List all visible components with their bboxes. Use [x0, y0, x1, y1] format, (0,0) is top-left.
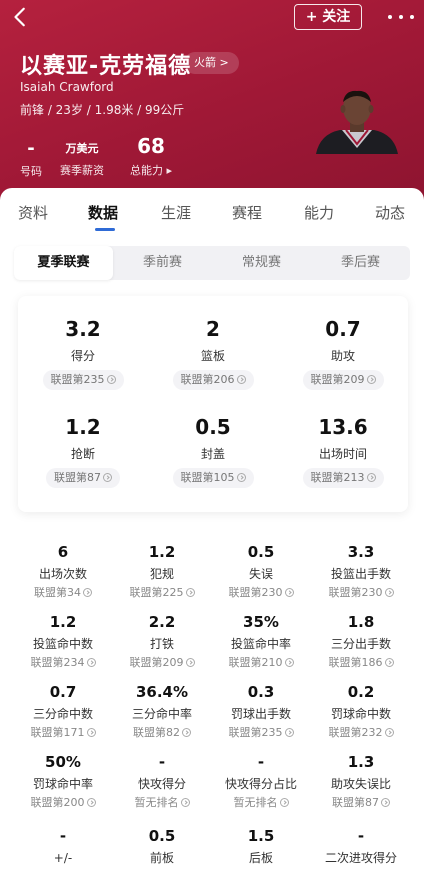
- stat-ftm: 0.2 罚球命中数 联盟第232: [308, 682, 414, 740]
- rank-text[interactable]: 联盟第225: [109, 585, 215, 600]
- rank-info-icon: [284, 658, 294, 667]
- stat-points: 3.2 得分 联盟第235: [18, 316, 148, 390]
- stat-ft-pct: 50% 罚球命中率 联盟第200: [10, 752, 116, 810]
- season-regular[interactable]: 常规赛: [212, 246, 311, 280]
- season-selector: 夏季联赛 季前赛 常规赛 季后赛: [14, 246, 410, 280]
- stat-games-played: 6 出场次数 联盟第34: [10, 542, 116, 600]
- stat-second-chance-points: - 二次进攻得分: [324, 827, 397, 865]
- stat-fg-pct: 35% 投篮命中率 联盟第210: [208, 612, 314, 670]
- rank-info-icon: [366, 375, 376, 384]
- more-button[interactable]: [386, 6, 416, 28]
- stat-plus-minus: - +/-: [53, 827, 73, 865]
- back-arrow-icon: [14, 7, 25, 27]
- rank-badge[interactable]: 联盟第87: [46, 468, 120, 488]
- rank-info-icon: [384, 728, 394, 737]
- stat-assists: 0.7 助攻 联盟第209: [278, 316, 408, 390]
- stat-fastbreak-points: - 快攻得分 暂无排名: [109, 752, 215, 810]
- rank-text[interactable]: 暂无排名: [208, 795, 314, 810]
- stat-blocks: 0.5 封盖 联盟第105: [148, 414, 278, 488]
- rank-info-icon: [185, 588, 195, 597]
- team-link[interactable]: 火箭 >: [184, 52, 239, 74]
- stat-fgm: 1.2 投篮命中数 联盟第234: [10, 612, 116, 670]
- stat-minutes: 13.6 出场时间 联盟第213: [278, 414, 408, 488]
- rank-info-icon: [381, 798, 390, 807]
- player-avatar: [316, 90, 398, 154]
- tab-ability[interactable]: 能力: [304, 202, 334, 223]
- season-summer-league[interactable]: 夏季联赛: [14, 246, 113, 280]
- rank-info-icon: [86, 798, 96, 807]
- season-playoffs[interactable]: 季后赛: [311, 246, 410, 280]
- rank-text[interactable]: 联盟第82: [109, 725, 215, 740]
- rank-info-icon: [106, 375, 116, 384]
- rank-text[interactable]: 暂无排名: [109, 795, 215, 810]
- tab-stats[interactable]: 数据: [88, 202, 118, 223]
- rank-info-icon: [86, 658, 96, 667]
- tab-news[interactable]: 动态: [375, 202, 405, 223]
- rank-info-icon: [284, 588, 294, 597]
- rank-info-icon: [236, 375, 246, 384]
- rank-info-icon: [86, 728, 96, 737]
- player-name: 以赛亚-克劳福德: [20, 54, 192, 79]
- player-bio: 前锋 / 23岁 / 1.98米 / 99公斤: [20, 103, 185, 117]
- stat-fta: 0.3 罚球出手数 联盟第235: [208, 682, 314, 740]
- tab-career[interactable]: 生涯: [161, 202, 191, 223]
- player-name-english: Isaiah Crawford: [20, 80, 114, 94]
- rank-info-icon: [180, 798, 190, 807]
- rank-text[interactable]: 联盟第209: [109, 655, 215, 670]
- rank-info-icon: [279, 798, 289, 807]
- stat-fastbreak-share: - 快攻得分占比 暂无排名: [208, 752, 314, 810]
- rank-text[interactable]: 联盟第34: [10, 585, 116, 600]
- rank-text[interactable]: 联盟第234: [10, 655, 116, 670]
- stat-steals: 1.2 抢断 联盟第87: [18, 414, 148, 488]
- stat-rebounds: 2 篮板 联盟第206: [148, 316, 278, 390]
- rank-info-icon: [384, 658, 394, 667]
- content-panel: 资料 数据 生涯 赛程 能力 动态 夏季联赛 季前赛 常规赛 季后赛 3.2 得…: [0, 188, 424, 879]
- back-button[interactable]: [10, 6, 38, 34]
- rank-text[interactable]: 联盟第171: [10, 725, 116, 740]
- follow-button[interactable]: + 关注: [294, 4, 362, 30]
- tab-schedule[interactable]: 赛程: [232, 202, 262, 223]
- rank-badge[interactable]: 联盟第206: [172, 370, 254, 390]
- rank-info-icon: [185, 658, 195, 667]
- rank-badge[interactable]: 联盟第105: [172, 468, 254, 488]
- more-dots-icon: [388, 15, 392, 19]
- stat-3pa: 1.8 三分出手数 联盟第186: [308, 612, 414, 670]
- rank-info-icon: [384, 588, 394, 597]
- tab-bar: 资料 数据 生涯 赛程 能力 动态: [0, 188, 424, 236]
- stat-missed-shots: 2.2 打铁 联盟第209: [109, 612, 215, 670]
- tab-profile[interactable]: 资料: [18, 202, 48, 223]
- stat-3pm: 0.7 三分命中数 联盟第171: [10, 682, 116, 740]
- stat-fga: 3.3 投篮出手数 联盟第230: [308, 542, 414, 600]
- main-stats-card: 3.2 得分 联盟第235 2 篮板 联盟第206 0.7 助攻 联盟第209 …: [18, 296, 408, 512]
- jersey-number: - 号码: [20, 138, 42, 178]
- rank-text[interactable]: 联盟第235: [208, 725, 314, 740]
- rank-badge[interactable]: 联盟第235: [42, 370, 124, 390]
- rank-info-icon: [103, 473, 112, 482]
- rank-text[interactable]: 联盟第87: [308, 795, 414, 810]
- season-salary: 万美元 赛季薪资: [60, 142, 104, 177]
- rank-badge[interactable]: 联盟第209: [302, 370, 384, 390]
- rank-info-icon: [284, 728, 294, 737]
- stat-fouls: 1.2 犯规 联盟第225: [109, 542, 215, 600]
- stat-3p-pct: 36.4% 三分命中率 联盟第82: [109, 682, 215, 740]
- rank-text[interactable]: 联盟第186: [308, 655, 414, 670]
- rank-text[interactable]: 联盟第230: [308, 585, 414, 600]
- stat-defensive-rebounds: 1.5 后板: [247, 827, 275, 865]
- season-preseason[interactable]: 季前赛: [113, 246, 212, 280]
- rank-info-icon: [182, 728, 191, 737]
- stat-offensive-rebounds: 0.5 前板: [148, 827, 176, 865]
- overall-rating[interactable]: 68 总能力 ▸: [130, 134, 172, 178]
- tab-indicator: [95, 228, 115, 231]
- rank-badge[interactable]: 联盟第213: [302, 468, 384, 488]
- rank-info-icon: [366, 473, 376, 482]
- stat-turnovers: 0.5 失误 联盟第230: [208, 542, 314, 600]
- rank-info-icon: [83, 588, 92, 597]
- stat-ast-to-ratio: 1.3 助攻失误比 联盟第87: [308, 752, 414, 810]
- player-header: + 关注 以赛亚-克劳福德 火箭 > Isaiah Crawford 前锋 / …: [0, 0, 424, 200]
- rank-info-icon: [236, 473, 246, 482]
- rank-text[interactable]: 联盟第200: [10, 795, 116, 810]
- rank-text[interactable]: 联盟第232: [308, 725, 414, 740]
- rank-text[interactable]: 联盟第210: [208, 655, 314, 670]
- rank-text[interactable]: 联盟第230: [208, 585, 314, 600]
